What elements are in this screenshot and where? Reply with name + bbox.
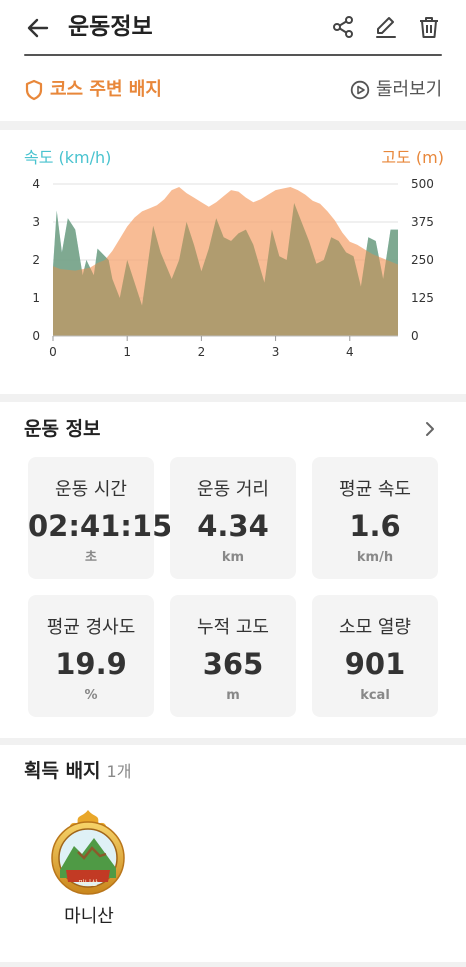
left-tick-label: 3: [32, 215, 40, 229]
chevron-right-icon[interactable]: [422, 421, 438, 437]
stat-card-avg-slope: 평균 경사도 19.9 %: [28, 595, 154, 717]
stat-value: 1.6: [349, 509, 401, 543]
stat-value: 19.9: [55, 647, 127, 681]
section-divider: [0, 962, 466, 967]
speed-altitude-chart: 속도 (km/h) 고도 (m) 4 3 2 1 0 500 375 250 125 0 0 1 2 3 4: [0, 130, 466, 392]
trash-icon[interactable]: [416, 14, 442, 40]
badges-heading: 획득 배지: [24, 760, 101, 782]
left-tick-label: 4: [32, 177, 40, 191]
stat-card-distance: 운동 거리 4.34 km: [170, 457, 296, 579]
right-tick-label: 0: [411, 329, 419, 343]
stat-unit: km/h: [356, 550, 394, 565]
stat-label: 평균 경사도: [46, 617, 136, 638]
section-divider: [0, 121, 466, 130]
left-tick-label: 1: [32, 291, 40, 305]
right-tick-label: 250: [411, 253, 434, 267]
stat-unit: kcal: [360, 688, 390, 703]
stat-value: 901: [344, 647, 406, 681]
course-badge-button[interactable]: 코스 주변 배지: [50, 76, 162, 104]
stat-card-avg-speed: 평균 속도 1.6 km/h: [312, 457, 438, 579]
section-divider: [0, 394, 466, 402]
stat-value: 4.34: [197, 509, 269, 543]
stat-card-duration: 운동 시간 02:41:15 초: [28, 457, 173, 579]
stat-label: 누적 고도: [197, 617, 269, 638]
app-bar: 운동정보: [0, 0, 466, 56]
chart-plot: 4321050037525012500 1 2 3 4: [32, 177, 434, 359]
page-title: 운동정보: [68, 14, 153, 40]
exercise-info-header[interactable]: 운동 정보: [0, 404, 466, 454]
exercise-info-title: 운동 정보: [24, 418, 101, 440]
x-tick-label: 0: [49, 345, 57, 359]
x-tick-label: 4: [346, 345, 354, 359]
x-tick-label: 2: [198, 345, 206, 359]
badge-count: 1개: [106, 762, 132, 781]
browse-button[interactable]: 둘러보기: [376, 76, 442, 104]
course-row: 코스 주변 배지 둘러보기: [0, 62, 466, 120]
right-tick-label: 500: [411, 177, 434, 191]
map-bottom-edge: [24, 54, 442, 56]
stat-label: 소모 열량: [339, 617, 411, 638]
stat-unit: %: [84, 688, 98, 703]
earned-badges-header: 획득 배지 1개: [0, 746, 466, 796]
badge-seal-label: 마니산: [78, 879, 98, 887]
left-tick-label: 2: [32, 253, 40, 267]
stat-unit: 초: [85, 550, 97, 565]
badge-name: 마니산: [64, 906, 114, 927]
stat-unit: km: [221, 550, 245, 565]
stat-card-calories: 소모 열량 901 kcal: [312, 595, 438, 717]
right-tick-label: 375: [411, 215, 434, 229]
back-arrow-icon[interactable]: [24, 14, 52, 42]
right-tick-label: 125: [411, 291, 434, 305]
stat-unit: m: [226, 688, 240, 703]
stat-label: 운동 거리: [197, 479, 269, 500]
earned-badges-title: 획득 배지 1개: [24, 756, 131, 787]
left-tick-label: 0: [32, 329, 40, 343]
play-circle-icon[interactable]: [350, 80, 370, 100]
section-divider: [0, 738, 466, 745]
x-tick-label: 1: [123, 345, 131, 359]
stat-card-elevation-gain: 누적 고도 365 m: [170, 595, 296, 717]
share-icon[interactable]: [330, 14, 356, 40]
stat-value: 02:41:15: [28, 509, 173, 543]
shield-icon: [25, 79, 43, 101]
stat-label: 평균 속도: [339, 479, 411, 500]
stat-value: 365: [202, 647, 264, 681]
x-tick-label: 3: [272, 345, 280, 359]
edit-icon[interactable]: [373, 14, 399, 40]
stat-label: 운동 시간: [55, 479, 127, 500]
